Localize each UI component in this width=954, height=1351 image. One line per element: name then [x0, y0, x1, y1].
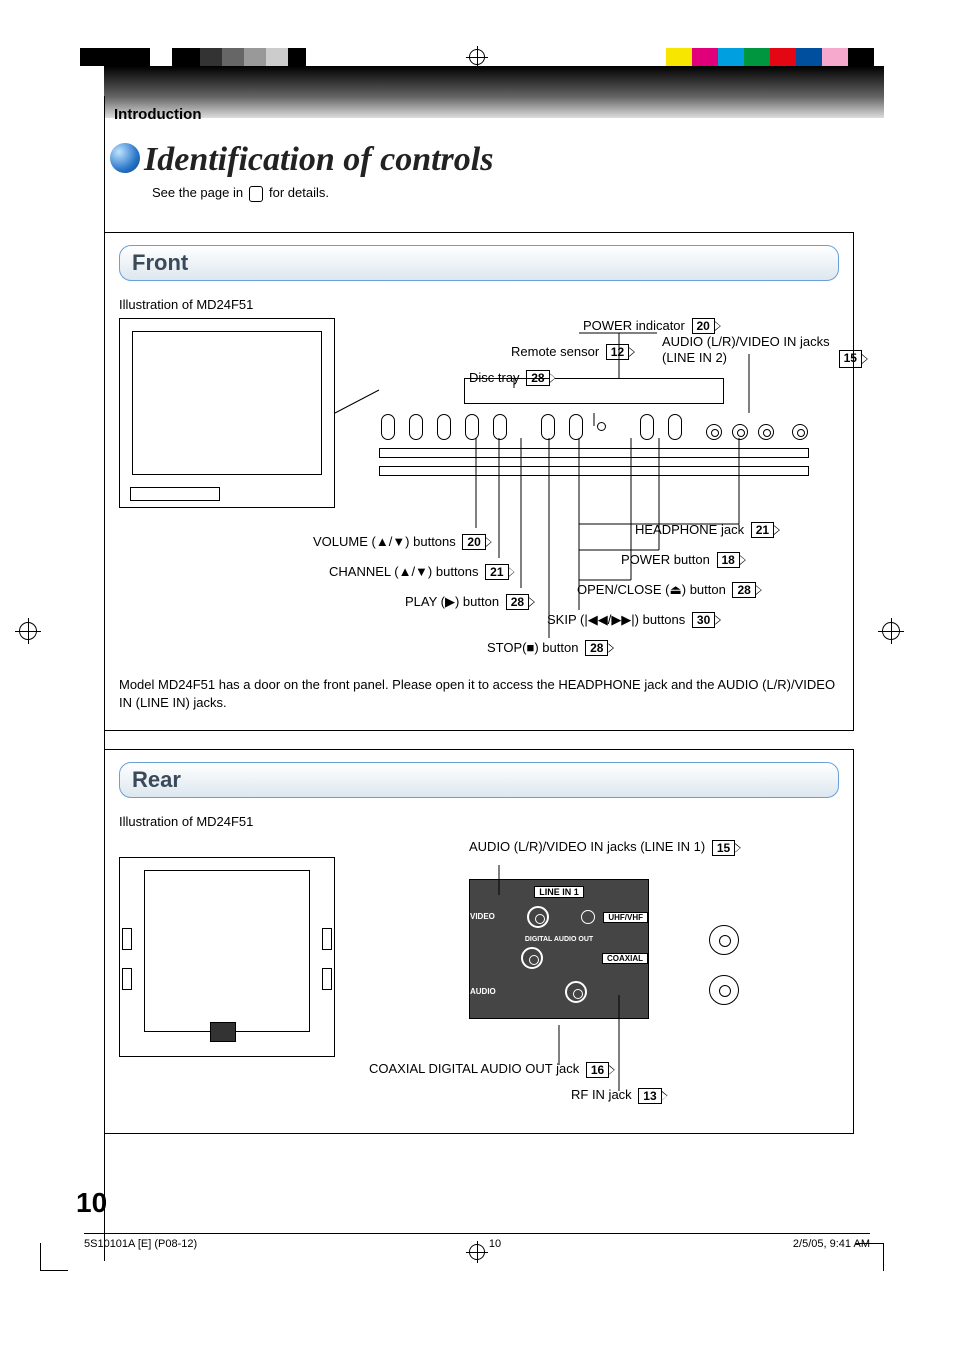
callout-skip: SKIP (|◀◀/▶▶|) buttons 30	[547, 612, 715, 629]
callout-remote-sensor: Remote sensor 12	[511, 344, 629, 361]
page-ref-icon	[249, 186, 264, 202]
callout-channel: CHANNEL (▲/▼) buttons 21	[329, 564, 509, 581]
title-text: Identification of controls	[144, 141, 493, 178]
rear-connector-panel: LINE IN 1 VIDEO UHF/VHF DIGITAL AUDIO OU…	[469, 879, 649, 1019]
callout-volume: VOLUME (▲/▼) buttons 20	[313, 534, 486, 551]
page-content: Introduction Identification of controls …	[104, 96, 854, 1201]
label-line-in: LINE IN 1	[534, 886, 584, 898]
callout-coax-out: COAXIAL DIGITAL AUDIO OUT jack 16	[369, 1061, 609, 1078]
callout-play: PLAY (▶) button 28	[405, 594, 529, 611]
crop-mark-br	[856, 1243, 884, 1271]
page-title: Identification of controls	[110, 141, 493, 179]
registration-mark-right	[878, 618, 904, 644]
page-number: 10	[76, 1187, 107, 1219]
rear-illustration-label: Illustration of MD24F51	[119, 814, 839, 829]
rear-panel: Rear Illustration of MD24F51 LINE IN 1 V…	[104, 749, 854, 1134]
callout-stop: STOP(■) button 28	[487, 640, 608, 657]
color-bar	[666, 48, 874, 66]
rear-diagram: LINE IN 1 VIDEO UHF/VHF DIGITAL AUDIO OU…	[119, 835, 839, 1115]
section-label: Introduction	[104, 96, 854, 133]
callout-rf-in: RF IN jack 13	[571, 1087, 662, 1104]
footer-left: 5S10101A [E] (P08-12)	[84, 1238, 197, 1253]
front-heading: Front	[119, 245, 839, 281]
title-bullet-icon	[110, 143, 140, 173]
tv-front-illustration	[119, 318, 335, 508]
rf-jack-illustration	[709, 925, 739, 955]
callout-headphone: HEADPHONE jack 21	[635, 522, 774, 539]
front-note: Model MD24F51 has a door on the front pa…	[119, 676, 839, 712]
callout-open-close: OPEN/CLOSE (⏏) button 28	[577, 582, 756, 599]
front-illustration-label: Illustration of MD24F51	[119, 297, 839, 312]
front-buttons-row	[379, 414, 809, 440]
registration-mark-bottom	[466, 1241, 488, 1263]
registration-bars	[80, 48, 934, 68]
front-panel: Front Illustration of MD24F51	[104, 232, 854, 731]
grayscale-bar	[80, 48, 306, 66]
front-control-cluster	[379, 378, 809, 476]
footer-center: 10	[489, 1238, 501, 1253]
rear-heading: Rear	[119, 762, 839, 798]
callout-power-indicator: POWER indicator 20	[583, 318, 715, 335]
callout-rear-audio-in: AUDIO (L/R)/VIDEO IN jacks (LINE IN 1) 1…	[469, 839, 735, 856]
registration-mark-top	[466, 46, 488, 68]
callout-audio-in: AUDIO (L/R)/VIDEO IN jacks (LINE IN 2) 1…	[662, 334, 839, 368]
callout-power-button: POWER button 18	[621, 552, 740, 569]
crop-mark-bl	[40, 1243, 68, 1271]
tv-rear-illustration	[119, 857, 335, 1057]
registration-mark-left	[15, 618, 41, 644]
callout-disc-tray: Disc tray 28	[469, 370, 550, 387]
title-subtitle: See the page in for details.	[152, 185, 854, 202]
front-diagram: POWER indicator 20 Remote sensor 12 AUDI…	[119, 318, 839, 658]
